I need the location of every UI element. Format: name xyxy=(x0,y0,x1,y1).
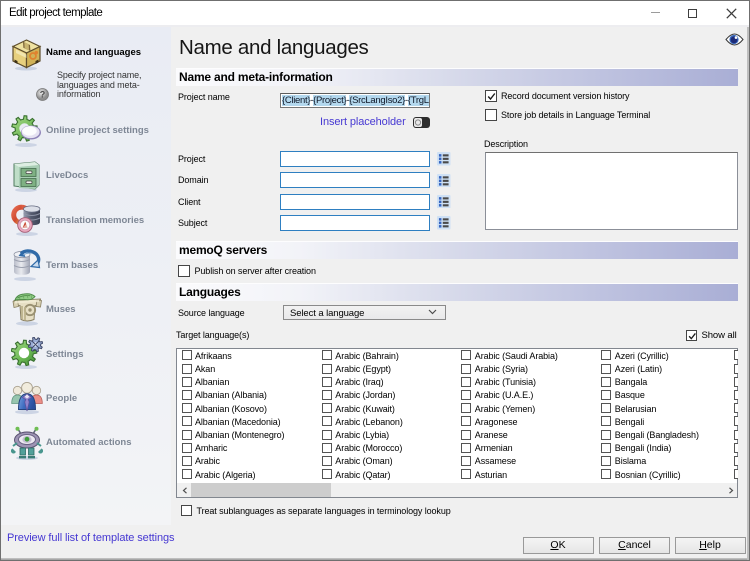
svg-text:?: ? xyxy=(40,90,46,100)
